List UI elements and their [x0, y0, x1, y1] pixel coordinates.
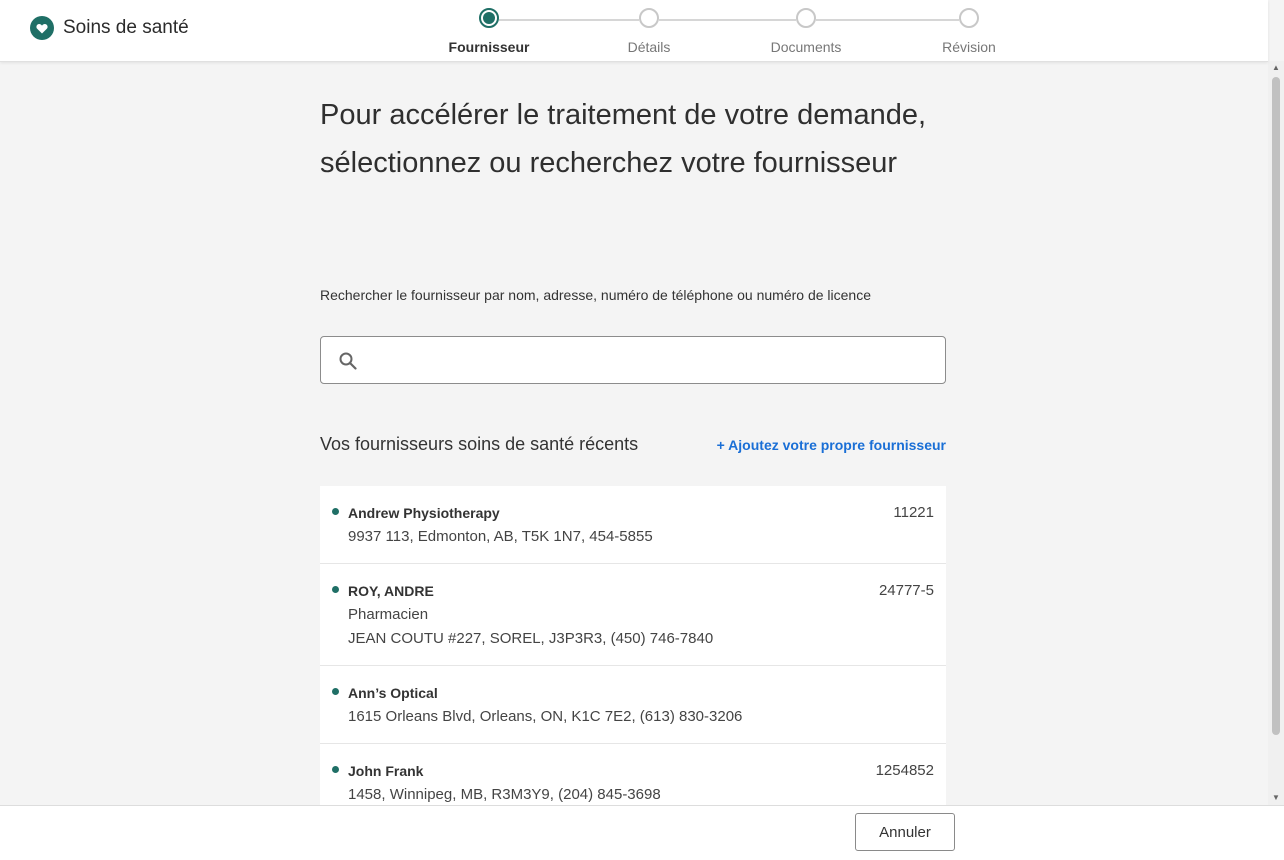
provider-number: 1254852	[875, 762, 934, 779]
footer-bar: Annuler	[0, 805, 1284, 860]
search-field[interactable]	[320, 336, 946, 384]
step-label-documents: Documents	[770, 39, 842, 55]
bullet-dot-icon	[332, 586, 339, 593]
search-input[interactable]	[369, 345, 933, 377]
vertical-scrollbar[interactable]: ▲ ▼	[1268, 61, 1284, 805]
provider-item[interactable]: ROY, ANDRE Pharmacien JEAN COUTU #227, S…	[320, 564, 946, 666]
progress-stepper: Fournisseur Détails Documents Révision	[0, 0, 1268, 61]
app-header: Soins de santé Fournisseur Détails Docum…	[0, 0, 1268, 62]
step-connector	[816, 19, 959, 21]
step-fournisseur-indicator	[479, 8, 499, 28]
step-revision-indicator	[959, 8, 979, 28]
provider-list: Andrew Physiotherapy 9937 113, Edmonton,…	[320, 486, 946, 822]
search-icon	[339, 352, 357, 375]
provider-address: 1615 Orleans Blvd, Orleans, ON, K1C 7E2,…	[348, 708, 743, 725]
bullet-dot-icon	[332, 508, 339, 515]
step-details-indicator	[639, 8, 659, 28]
bullet-dot-icon	[332, 766, 339, 773]
step-connector	[499, 19, 639, 21]
recent-providers-heading: Vos fournisseurs soins de santé récents	[320, 434, 639, 454]
provider-profession: Pharmacien	[348, 606, 429, 623]
provider-name: ROY, ANDRE	[348, 583, 434, 599]
scroll-up-arrow-icon[interactable]: ▲	[1268, 61, 1284, 75]
step-label-details: Détails	[627, 39, 671, 55]
step-label-revision: Révision	[942, 39, 996, 55]
provider-item[interactable]: Andrew Physiotherapy 9937 113, Edmonton,…	[320, 486, 946, 564]
provider-name: John Frank	[348, 763, 424, 779]
bullet-dot-icon	[332, 688, 339, 695]
provider-address: JEAN COUTU #227, SOREL, J3P3R3, (450) 74…	[348, 630, 714, 647]
scrollbar-thumb[interactable]	[1272, 77, 1280, 735]
search-label: Rechercher le fournisseur par nom, adres…	[320, 287, 871, 303]
step-connector	[659, 19, 796, 21]
provider-name: Ann’s Optical	[348, 685, 438, 701]
provider-item[interactable]: Ann’s Optical 1615 Orleans Blvd, Orleans…	[320, 666, 946, 744]
provider-name: Andrew Physiotherapy	[348, 505, 500, 521]
provider-number: 11221	[893, 504, 934, 521]
step-label-fournisseur: Fournisseur	[448, 39, 530, 55]
provider-number: 24777-5	[878, 582, 934, 599]
provider-address: 9937 113, Edmonton, AB, T5K 1N7, 454-585…	[348, 528, 653, 545]
provider-address: 1458, Winnipeg, MB, R3M3Y9, (204) 845-36…	[348, 786, 661, 803]
add-provider-link[interactable]: + Ajoutez votre propre fournisseur	[717, 437, 946, 453]
step-documents-indicator	[796, 8, 816, 28]
cancel-button[interactable]: Annuler	[855, 813, 955, 851]
page-title: Pour accélérer le traitement de votre de…	[320, 99, 927, 179]
scroll-down-arrow-icon[interactable]: ▼	[1268, 791, 1284, 805]
